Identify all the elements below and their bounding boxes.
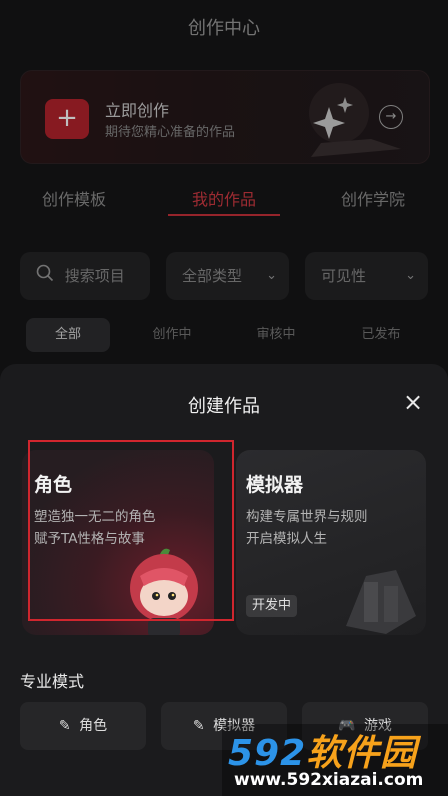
- edit-icon: ✎: [192, 718, 205, 734]
- pro-mode-label: 专业模式: [20, 672, 85, 691]
- watermark-url: www.592xiazai.com: [234, 770, 424, 790]
- sheet-title: 创建作品: [188, 396, 260, 417]
- simulator-graphic-icon: [346, 570, 416, 634]
- watermark-logo: 592软件园: [228, 733, 418, 774]
- status-badge: 开发中: [246, 595, 298, 617]
- card-desc-line1: 构建专属世界与规则: [246, 509, 368, 525]
- close-icon[interactable]: ×: [400, 388, 426, 416]
- card-title: 模拟器: [246, 474, 304, 496]
- pro-role-label: 角色: [79, 718, 108, 734]
- card-desc-line2: 开启模拟人生: [246, 531, 327, 547]
- selection-highlight: [28, 440, 234, 621]
- pro-role-button[interactable]: ✎ 角色: [20, 702, 146, 750]
- edit-icon: ✎: [58, 718, 71, 734]
